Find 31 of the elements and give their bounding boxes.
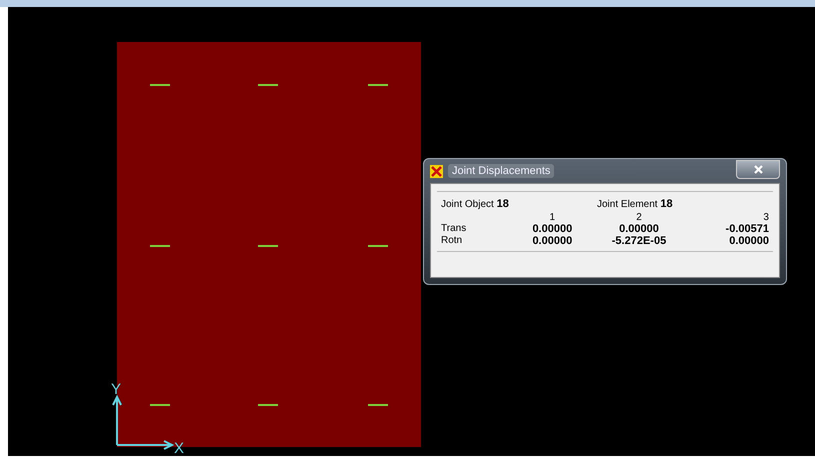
column-header: 1 (548, 212, 556, 223)
field-value: 18 (496, 198, 509, 210)
joint-marker (150, 404, 170, 406)
column-header: 3 (762, 212, 769, 223)
column-header: 2 (635, 212, 643, 223)
table-cell-text: 0.00000 (618, 223, 660, 235)
window-title: Joint Displacements (448, 164, 554, 178)
app-icon (430, 164, 443, 178)
field-label: Joint Element (597, 199, 658, 210)
table-cell-text: -5.272E-05 (610, 235, 668, 247)
joint-marker (368, 84, 388, 86)
joint-marker (368, 245, 388, 247)
field-value: 18 (660, 198, 673, 210)
joint-marker (258, 245, 278, 247)
field-label: Joint Object (441, 199, 494, 210)
joint-marker (150, 84, 170, 86)
table-cell-text: 0.00000 (531, 235, 574, 247)
joint-marker (368, 404, 388, 406)
joint-marker (258, 84, 278, 86)
x-axis-label: X (174, 440, 184, 456)
y-axis-label: Y (111, 381, 122, 398)
joint-marker (258, 404, 278, 406)
row-label: Rotn (441, 235, 464, 247)
axis-arrows-drawing (112, 394, 174, 450)
close-button[interactable] (736, 160, 780, 178)
joint-marker (150, 245, 170, 247)
table-cell-text: 0.00000 (531, 223, 574, 235)
row-label: Trans (441, 223, 468, 235)
table-cell-text: 0.00000 (728, 235, 769, 247)
table-cell-text: -0.00571 (724, 223, 769, 235)
close-icon (754, 164, 762, 174)
